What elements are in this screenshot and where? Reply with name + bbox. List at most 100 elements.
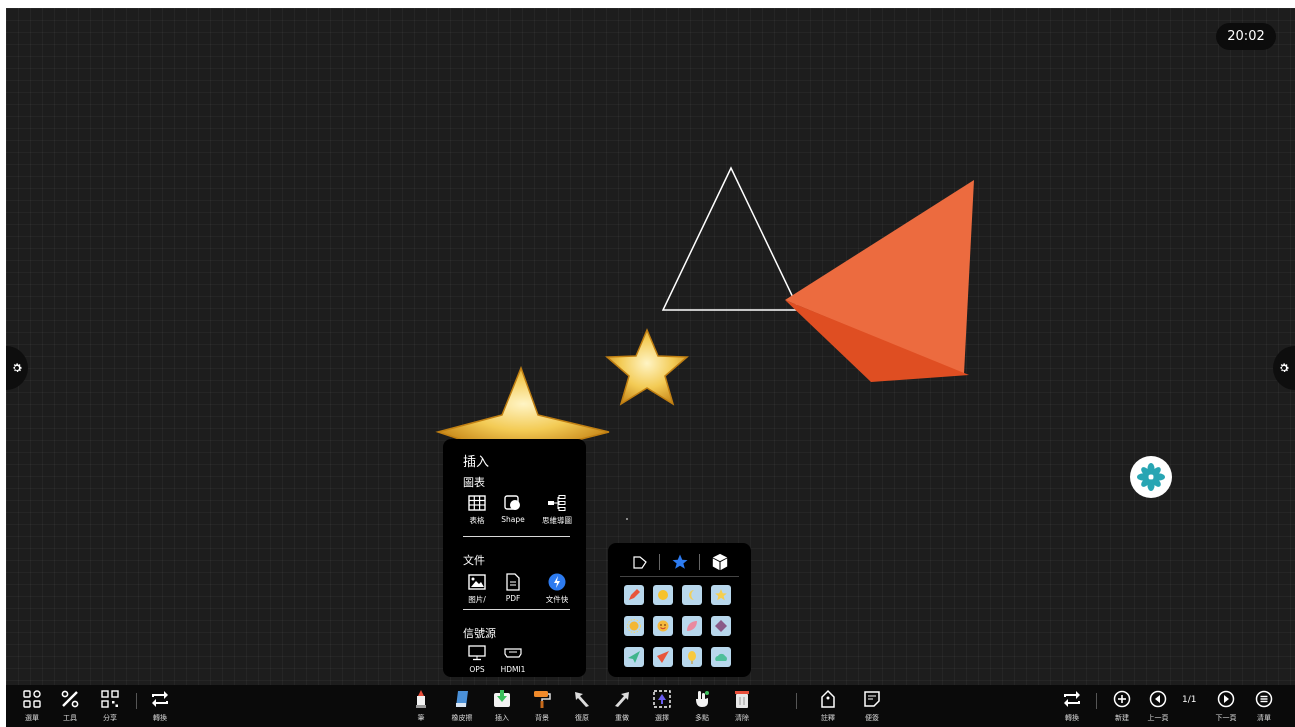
new-page-button[interactable]: 新建	[1104, 688, 1140, 723]
tools-button[interactable]: 工具	[52, 688, 88, 723]
cube-tab[interactable]	[700, 549, 739, 575]
leaf-sticker-icon	[687, 621, 697, 631]
paper-plane-sticker-icon	[628, 651, 640, 663]
cloud-sticker-icon	[715, 653, 727, 661]
cube-tab-icon	[712, 553, 727, 571]
whiteboard-canvas[interactable]: 20:02 插入 圖表 表格 Shape 思維導圖 文件 图片/ PDF 文件快…	[6, 8, 1295, 727]
redo-button[interactable]: 重做	[604, 688, 640, 723]
mindmap-icon	[548, 495, 566, 511]
pen-icon	[416, 690, 426, 708]
chevron-right-icon	[1217, 690, 1235, 708]
clear-icon	[735, 691, 749, 708]
hdmi-icon	[504, 648, 522, 658]
sticker-item[interactable]	[711, 616, 731, 636]
sticker-item[interactable]	[711, 585, 731, 605]
sticker-item[interactable]	[711, 647, 731, 667]
insert-panel-title: 插入	[463, 455, 490, 470]
star-tab-icon	[672, 554, 687, 569]
list-icon	[1255, 690, 1273, 708]
switch-button[interactable]: 轉換	[142, 688, 178, 723]
sticker-tabs	[620, 549, 739, 575]
sticker-item[interactable]	[682, 585, 702, 605]
insert-button[interactable]: 插入	[484, 688, 520, 723]
annotate-button[interactable]: 註釋	[810, 688, 846, 723]
insert-mindmap-button[interactable]: 思維導圖	[537, 493, 577, 526]
share-button[interactable]: 分享	[92, 688, 128, 723]
insert-shape-button[interactable]: Shape	[493, 493, 533, 524]
sticker-item[interactable]	[624, 616, 644, 636]
select-button[interactable]: 選擇	[644, 688, 680, 723]
file-quick-icon	[548, 573, 566, 591]
sun-sticker-icon	[658, 590, 668, 600]
source-hdmi-button[interactable]: HDMI1	[493, 643, 533, 674]
insert-pdf-button[interactable]: PDF	[493, 572, 533, 603]
eraser-icon	[456, 691, 468, 707]
menu-button[interactable]: 選單	[14, 688, 50, 723]
moon-sticker-icon	[689, 590, 694, 600]
background-button[interactable]: 背景	[524, 688, 560, 723]
sticky-note-button[interactable]: 便簽	[854, 688, 890, 723]
small-star-shape[interactable]	[605, 328, 689, 406]
source-ops-button[interactable]: OPS	[457, 643, 497, 674]
balloon-sticker-icon	[688, 651, 696, 664]
monitor-icon	[468, 645, 486, 661]
file-section-title: 文件	[463, 554, 485, 567]
redo-icon	[615, 692, 629, 707]
annotate-icon	[821, 689, 835, 708]
shape-icon	[504, 495, 520, 510]
switch-icon	[1064, 691, 1080, 707]
switch-button-right[interactable]: 轉換	[1054, 688, 1090, 723]
source-section-title: 信號源	[463, 627, 496, 640]
sticker-item[interactable]	[653, 616, 673, 636]
image-icon	[468, 574, 486, 590]
pen-button[interactable]: 筆	[403, 688, 439, 723]
qr-share-icon	[101, 690, 119, 708]
eraser-button[interactable]: 橡皮擦	[444, 688, 480, 723]
undo-button[interactable]: 復原	[564, 688, 600, 723]
pinwheel-icon	[1135, 461, 1167, 493]
insert-panel-divider	[463, 536, 570, 537]
star-tab[interactable]	[660, 549, 699, 575]
canvas-dot	[626, 518, 628, 520]
outline-triangle-shape[interactable]	[661, 166, 801, 311]
multi-touch-button[interactable]: 多點	[684, 688, 720, 723]
insert-table-button[interactable]: 表格	[457, 493, 497, 526]
pdf-icon	[506, 573, 520, 591]
sticker-grid	[624, 585, 740, 667]
chevron-left-icon	[1149, 690, 1167, 708]
sticker-item[interactable]	[682, 647, 702, 667]
bottom-toolbar: 選單 工具 分享 轉換 筆 橡皮擦 插入 背景 復原 重做 選擇 多點 清除 註…	[6, 685, 1295, 727]
page-list-button[interactable]: 清單	[1246, 688, 1282, 723]
sticker-panel	[608, 543, 751, 677]
insert-panel-divider	[463, 609, 570, 610]
sticker-item[interactable]	[624, 585, 644, 605]
polygon-tab-icon	[632, 556, 647, 569]
plus-circle-icon	[1113, 690, 1131, 708]
kite-sticker-icon	[657, 651, 669, 663]
multi-touch-icon	[696, 691, 709, 707]
select-icon	[653, 690, 671, 708]
sticker-item[interactable]	[653, 647, 673, 667]
insert-panel: 插入 圖表 表格 Shape 思維導圖 文件 图片/ PDF 文件快 信號源 O…	[443, 439, 586, 677]
menu-grid-icon	[23, 690, 41, 708]
insert-image-button[interactable]: 图片/	[457, 572, 497, 605]
previous-page-button[interactable]: 上一頁	[1140, 688, 1176, 723]
sunburst-sticker-icon	[627, 619, 641, 633]
next-page-button[interactable]: 下一頁	[1208, 688, 1244, 723]
sticker-item[interactable]	[624, 647, 644, 667]
floating-menu-button[interactable]	[1130, 456, 1172, 498]
star-sticker-icon	[715, 589, 727, 601]
large-star-shape[interactable]	[435, 365, 610, 449]
clear-button[interactable]: 清除	[724, 688, 760, 723]
pencil-sticker-icon	[629, 589, 640, 600]
diamond-sticker-icon	[715, 620, 727, 632]
table-icon	[468, 495, 486, 511]
undo-icon	[575, 692, 589, 707]
switch-icon	[152, 691, 168, 707]
insert-file-quick-button[interactable]: 文件快	[537, 572, 577, 605]
polygon-tab[interactable]	[620, 549, 659, 575]
sticker-item[interactable]	[682, 616, 702, 636]
face-sticker-icon	[657, 620, 669, 632]
sticker-item[interactable]	[653, 585, 673, 605]
page-indicator: 1/1	[1182, 695, 1197, 705]
